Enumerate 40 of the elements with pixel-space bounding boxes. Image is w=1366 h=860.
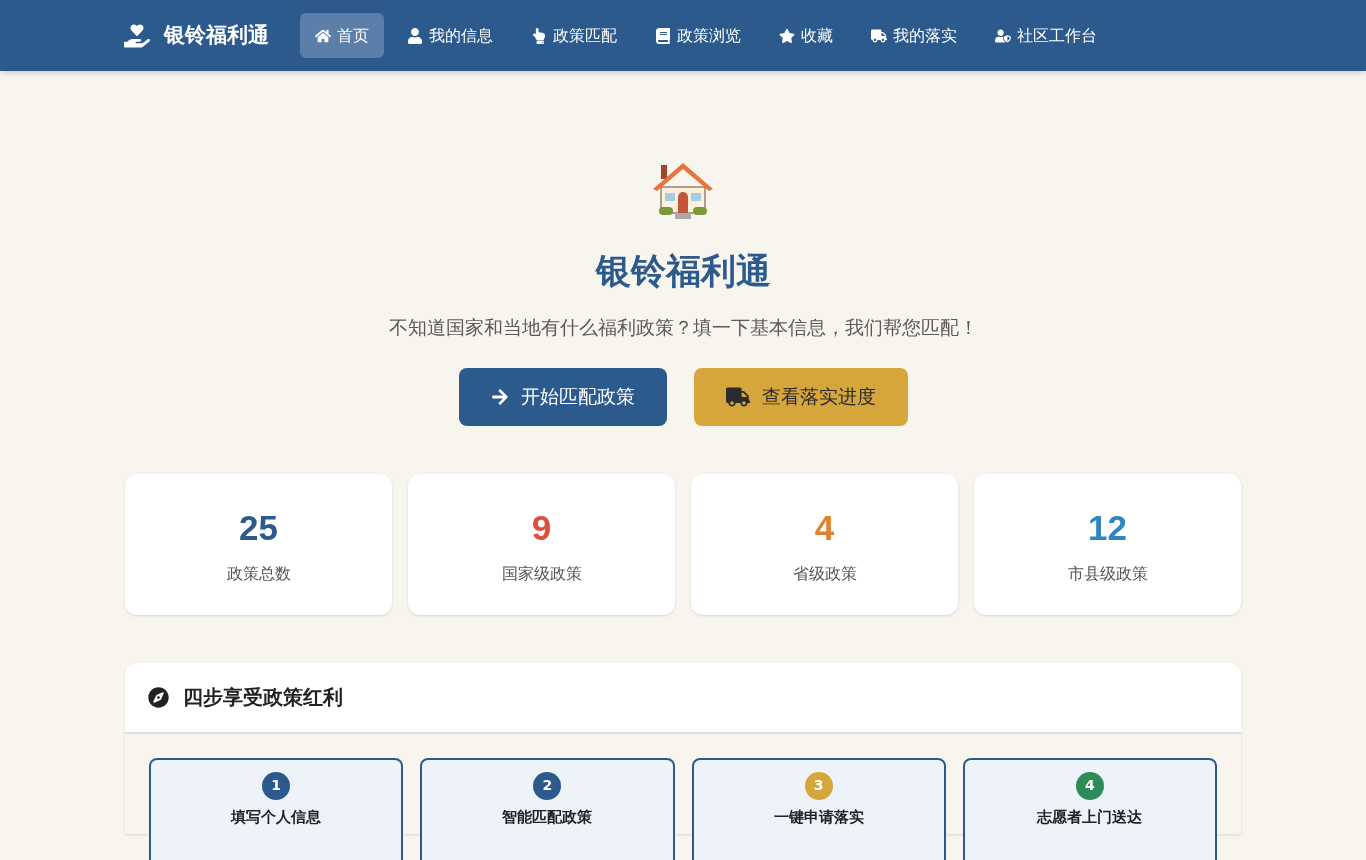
nav-link[interactable]: 收藏 (764, 13, 848, 58)
step-number: 2 (533, 771, 562, 800)
pointing-hand-icon (531, 27, 547, 44)
nav-link[interactable]: 政策浏览 (640, 13, 756, 58)
truck-icon (725, 386, 750, 407)
brand-title: 银铃福利通 (164, 21, 269, 49)
arrow-right-icon (490, 387, 509, 406)
step-number: 3 (804, 771, 833, 800)
home-icon (315, 27, 331, 44)
start-matching-button[interactable]: 开始匹配政策 (458, 367, 667, 426)
compass-icon (148, 686, 169, 708)
star-icon (779, 27, 795, 44)
nav-link[interactable]: 我的落实 (856, 13, 972, 58)
nav-link[interactable]: 我的信息 (392, 13, 508, 58)
hero-subtitle: 不知道国家和当地有什么福利政策？填一下基本信息，我们帮您匹配！ (388, 314, 978, 340)
view-progress-button[interactable]: 查看落实进度 (693, 367, 908, 426)
step-number: 4 (1075, 771, 1104, 800)
step-title: 填写个人信息 (231, 806, 322, 828)
hand-heart-icon (124, 22, 150, 49)
step-number: 1 (262, 771, 291, 800)
stat-label: 国家级政策 (501, 563, 582, 586)
nav-link[interactable]: 社区工作台 (980, 13, 1112, 58)
stat-value: 4 (814, 506, 835, 549)
book-icon (655, 27, 671, 44)
stat-value: 12 (1088, 506, 1127, 549)
hero-title: 银铃福利通 (595, 250, 771, 293)
nav-link[interactable]: 首页 (300, 13, 384, 58)
user-shield-icon (995, 27, 1011, 44)
nav-link[interactable]: 政策匹配 (516, 13, 632, 58)
step-title: 志愿者上门送达 (1037, 806, 1143, 828)
user-icon (407, 27, 423, 44)
stat-label: 政策总数 (226, 563, 291, 586)
stat-label: 市县级政策 (1067, 563, 1148, 586)
step-title: 一键申请落实 (773, 806, 864, 828)
step-title: 智能匹配政策 (502, 806, 593, 828)
panel-title: 四步享受政策红利 (183, 684, 343, 711)
stat-label: 省级政策 (792, 563, 857, 586)
stat-value: 9 (531, 506, 552, 549)
truck-icon (871, 27, 887, 44)
stat-value: 25 (239, 506, 278, 549)
